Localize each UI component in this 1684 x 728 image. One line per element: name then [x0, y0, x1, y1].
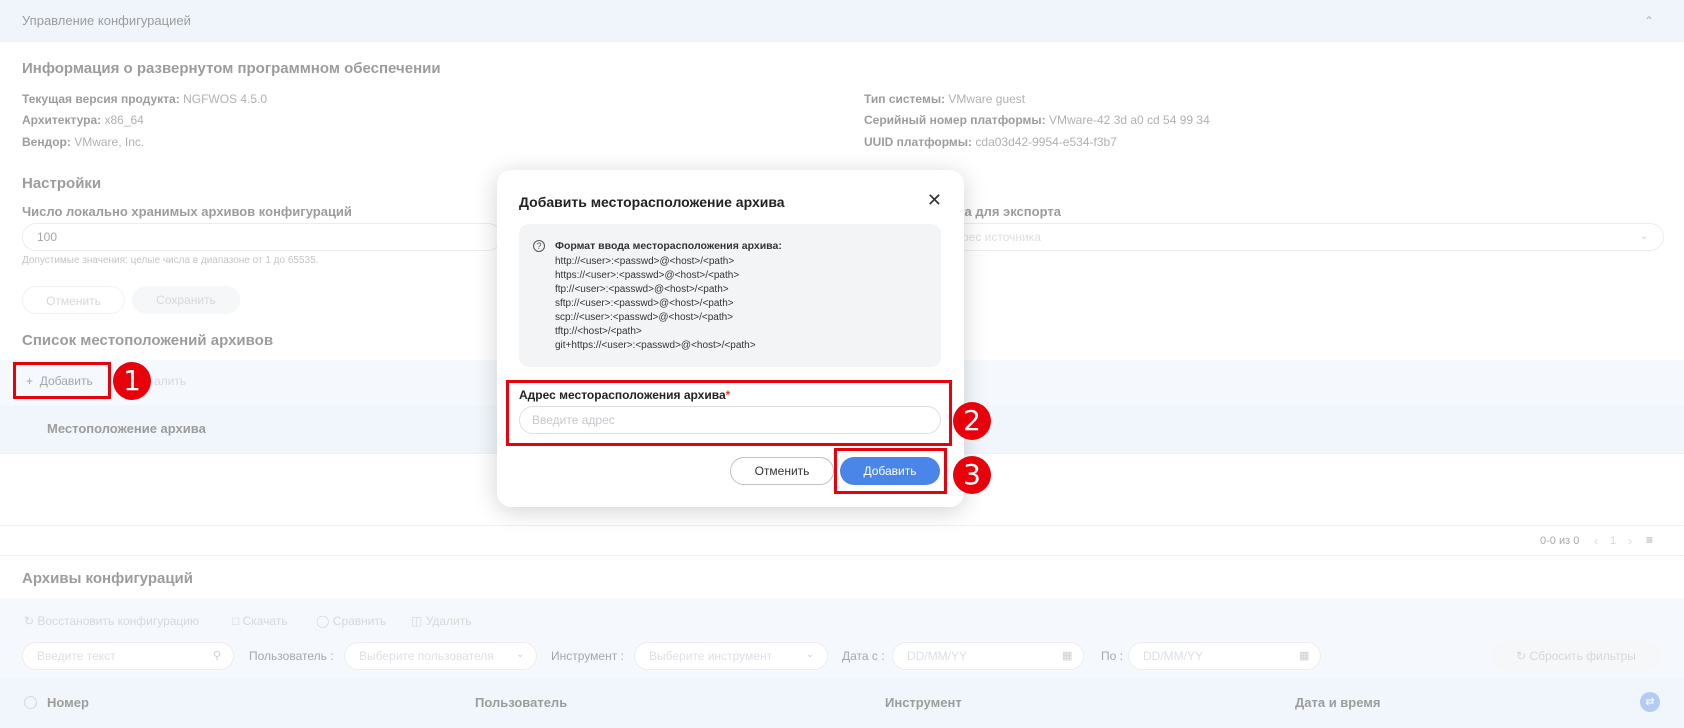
step-badge-1: 1 — [113, 362, 151, 400]
format-line: https://<user>:<passwd>@<host>/<path> — [555, 270, 740, 281]
highlight-dialog-add — [834, 448, 947, 494]
dialog-cancel-button[interactable]: Отменить — [730, 457, 834, 485]
close-icon[interactable]: ✕ — [927, 190, 942, 211]
format-title: Формат ввода месторасположения архива: — [555, 240, 782, 252]
format-line: sftp://<user>:<passwd>@<host>/<path> — [555, 298, 734, 309]
format-line: git+https://<user>:<passwd>@<host>/<path… — [555, 340, 756, 351]
step-badge-3: 3 — [953, 456, 991, 494]
highlight-add-button — [13, 362, 111, 399]
format-line: tftp://<host>/<path> — [555, 326, 642, 337]
format-line: ftp://<user>:<passwd>@<host>/<path> — [555, 284, 729, 295]
dialog-title: Добавить месторасположение архива — [519, 194, 785, 210]
question-icon: ? — [533, 240, 545, 252]
step-badge-2: 2 — [953, 402, 991, 440]
format-line: http://<user>:<passwd>@<host>/<path> — [555, 256, 735, 267]
format-line: scp://<user>:<passwd>@<host>/<path> — [555, 312, 734, 323]
format-info-box: ? Формат ввода месторасположения архива:… — [519, 224, 941, 367]
highlight-address-field — [506, 380, 952, 446]
